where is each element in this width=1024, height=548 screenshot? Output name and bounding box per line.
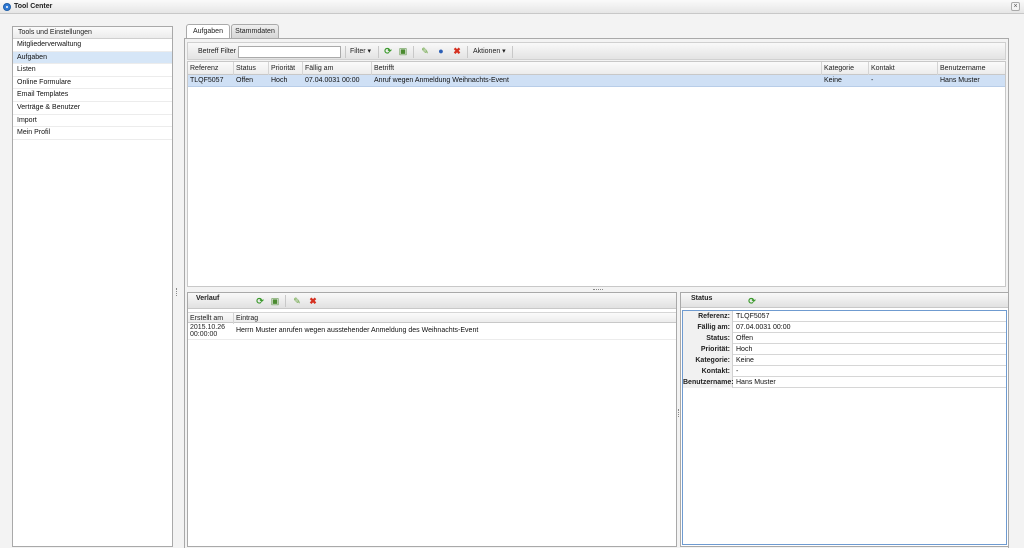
status-value: TLQF5057	[736, 313, 770, 320]
status-row-kategorie: Kategorie: Keine	[683, 355, 1006, 366]
status-value: Hans Muster	[736, 379, 776, 386]
status-value: 07.04.0031 00:00	[736, 324, 791, 331]
status-row-benutzername: Benutzername: Hans Muster	[683, 377, 1006, 388]
sidebar-item-aufgaben[interactable]: Aufgaben	[13, 51, 172, 65]
actions-button[interactable]: Aktionen ▾	[473, 47, 506, 57]
window-title-bar: Tool Center ×	[0, 0, 1024, 14]
history-date: 2015.10.26 00:00:00	[190, 324, 230, 338]
task-toolbar: Betreff Filter : Filter ▾ ⟳ ▣ ✎ ● ✖ Akti…	[187, 42, 1006, 60]
cell-faellig-am: 07.04.0031 00:00	[305, 77, 360, 84]
status-panel-header: Status ⟳	[681, 293, 1008, 308]
status-value: -	[736, 368, 739, 375]
edit-icon[interactable]: ✎	[292, 296, 302, 307]
cell-kategorie: Keine	[824, 77, 842, 84]
history-panel: Verlauf ⟳ ▣ ✎ ✖ Erstellt am Eintrag 2015…	[187, 292, 677, 547]
new-task-icon[interactable]: ▣	[398, 46, 408, 57]
sidebar-item-online-formulare[interactable]: Online Formulare	[13, 77, 172, 90]
status-row-prioritaet: Priorität: Hoch	[683, 344, 1006, 355]
status-key: Referenz:	[683, 311, 733, 322]
window-title: Tool Center	[14, 3, 53, 10]
subject-filter-input[interactable]	[238, 46, 341, 58]
sidebar: Tools und Einstellungen Mitgliederverwal…	[12, 26, 173, 547]
column-header-benutzername[interactable]: Benutzername	[938, 62, 1007, 75]
status-key: Priorität:	[683, 344, 733, 355]
column-header-kategorie[interactable]: Kategorie	[822, 62, 869, 75]
history-date-time: 00:00:00	[190, 331, 218, 338]
filter-button[interactable]: Filter ▾	[350, 47, 371, 57]
status-key: Status:	[683, 333, 733, 344]
sidebar-item-vertraege-benutzer[interactable]: Verträge & Benutzer	[13, 102, 172, 115]
new-entry-icon[interactable]: ▣	[270, 296, 280, 307]
status-key: Benutzername:	[683, 377, 734, 388]
tab-aufgaben[interactable]: Aufgaben	[186, 24, 230, 38]
status-key: Kategorie:	[683, 355, 733, 366]
table-row[interactable]: 2015.10.26 00:00:00 Herrn Muster anrufen…	[188, 323, 676, 340]
column-header-kontakt[interactable]: Kontakt	[869, 62, 938, 75]
cell-status: Offen	[236, 77, 253, 84]
sidebar-item-email-templates[interactable]: Email Templates	[13, 89, 172, 102]
history-panel-title: Verlauf	[196, 295, 220, 302]
main-panel: Betreff Filter : Filter ▾ ⟳ ▣ ✎ ● ✖ Akti…	[184, 38, 1009, 548]
delete-icon[interactable]: ✖	[452, 46, 462, 57]
cell-betrifft: Anruf wegen Anmeldung Weihnachts-Event	[374, 77, 509, 84]
sidebar-item-mitgliederverwaltung[interactable]: Mitgliederverwaltung	[13, 39, 172, 52]
toolbar-divider	[413, 46, 414, 58]
status-row-referenz: Referenz: TLQF5057	[683, 311, 1006, 322]
column-header-prioritaet[interactable]: Priorität	[269, 62, 303, 75]
toolbar-divider	[378, 46, 379, 58]
sidebar-item-mein-profil[interactable]: Mein Profil	[13, 127, 172, 140]
status-value: Hoch	[736, 346, 753, 353]
cell-kontakt: -	[871, 77, 874, 84]
status-value: Keine	[736, 357, 754, 364]
toolbar-divider	[512, 46, 513, 58]
status-key: Fällig am:	[683, 322, 733, 333]
user-icon[interactable]: ●	[436, 46, 446, 57]
history-grid-header: Erstellt am Eintrag	[188, 312, 676, 324]
delete-icon[interactable]: ✖	[308, 296, 318, 307]
sidebar-splitter[interactable]	[175, 26, 179, 547]
status-row-status: Status: Offen	[683, 333, 1006, 344]
status-panel: Status ⟳ Referenz: TLQF5057 Fällig am: 0…	[680, 292, 1009, 547]
column-header-betrifft[interactable]: Betrifft	[372, 62, 822, 75]
status-row-kontakt: Kontakt: -	[683, 366, 1006, 377]
cell-benutzername: Hans Muster	[940, 77, 980, 84]
table-row[interactable]: TLQF5057 Offen Hoch 07.04.0031 00:00 Anr…	[188, 75, 1005, 87]
sidebar-item-import[interactable]: Import	[13, 115, 172, 128]
refresh-icon[interactable]: ⟳	[383, 46, 393, 57]
column-header-referenz[interactable]: Referenz	[188, 62, 234, 75]
history-panel-header: Verlauf ⟳ ▣ ✎ ✖	[188, 293, 676, 309]
cell-prioritaet: Hoch	[271, 77, 288, 84]
refresh-icon[interactable]: ⟳	[255, 296, 265, 307]
refresh-icon[interactable]: ⟳	[747, 296, 757, 307]
column-header-status[interactable]: Status	[234, 62, 269, 75]
sidebar-item-listen[interactable]: Listen	[13, 64, 172, 77]
sidebar-header: Tools und Einstellungen	[13, 27, 172, 39]
task-grid-header: Referenz Status Priorität Fällig am Betr…	[188, 62, 1005, 75]
status-panel-title: Status	[691, 295, 713, 302]
cell-referenz: TLQF5057	[190, 77, 224, 84]
status-value: Offen	[736, 335, 753, 342]
filter-label: Betreff Filter :	[198, 48, 240, 55]
history-entry: Herrn Muster anrufen wegen ausstehender …	[236, 327, 479, 334]
app-logo-icon	[3, 3, 11, 11]
app-frame: Tools und Einstellungen Mitgliederverwal…	[0, 14, 1024, 548]
tab-stammdaten[interactable]: Stammdaten	[231, 24, 279, 38]
toolbar-divider	[467, 46, 468, 58]
status-row-faellig-am: Fällig am: 07.04.0031 00:00	[683, 322, 1006, 333]
column-header-faellig-am[interactable]: Fällig am	[303, 62, 372, 75]
edit-icon[interactable]: ✎	[420, 46, 430, 57]
toolbar-divider	[285, 295, 286, 307]
status-details: Referenz: TLQF5057 Fällig am: 07.04.0031…	[682, 310, 1007, 545]
status-key: Kontakt:	[683, 366, 733, 377]
close-icon[interactable]: ×	[1011, 2, 1020, 11]
task-grid: Referenz Status Priorität Fällig am Betr…	[187, 61, 1006, 287]
toolbar-divider	[345, 46, 346, 58]
history-date-day: 2015.10.26	[190, 324, 226, 331]
